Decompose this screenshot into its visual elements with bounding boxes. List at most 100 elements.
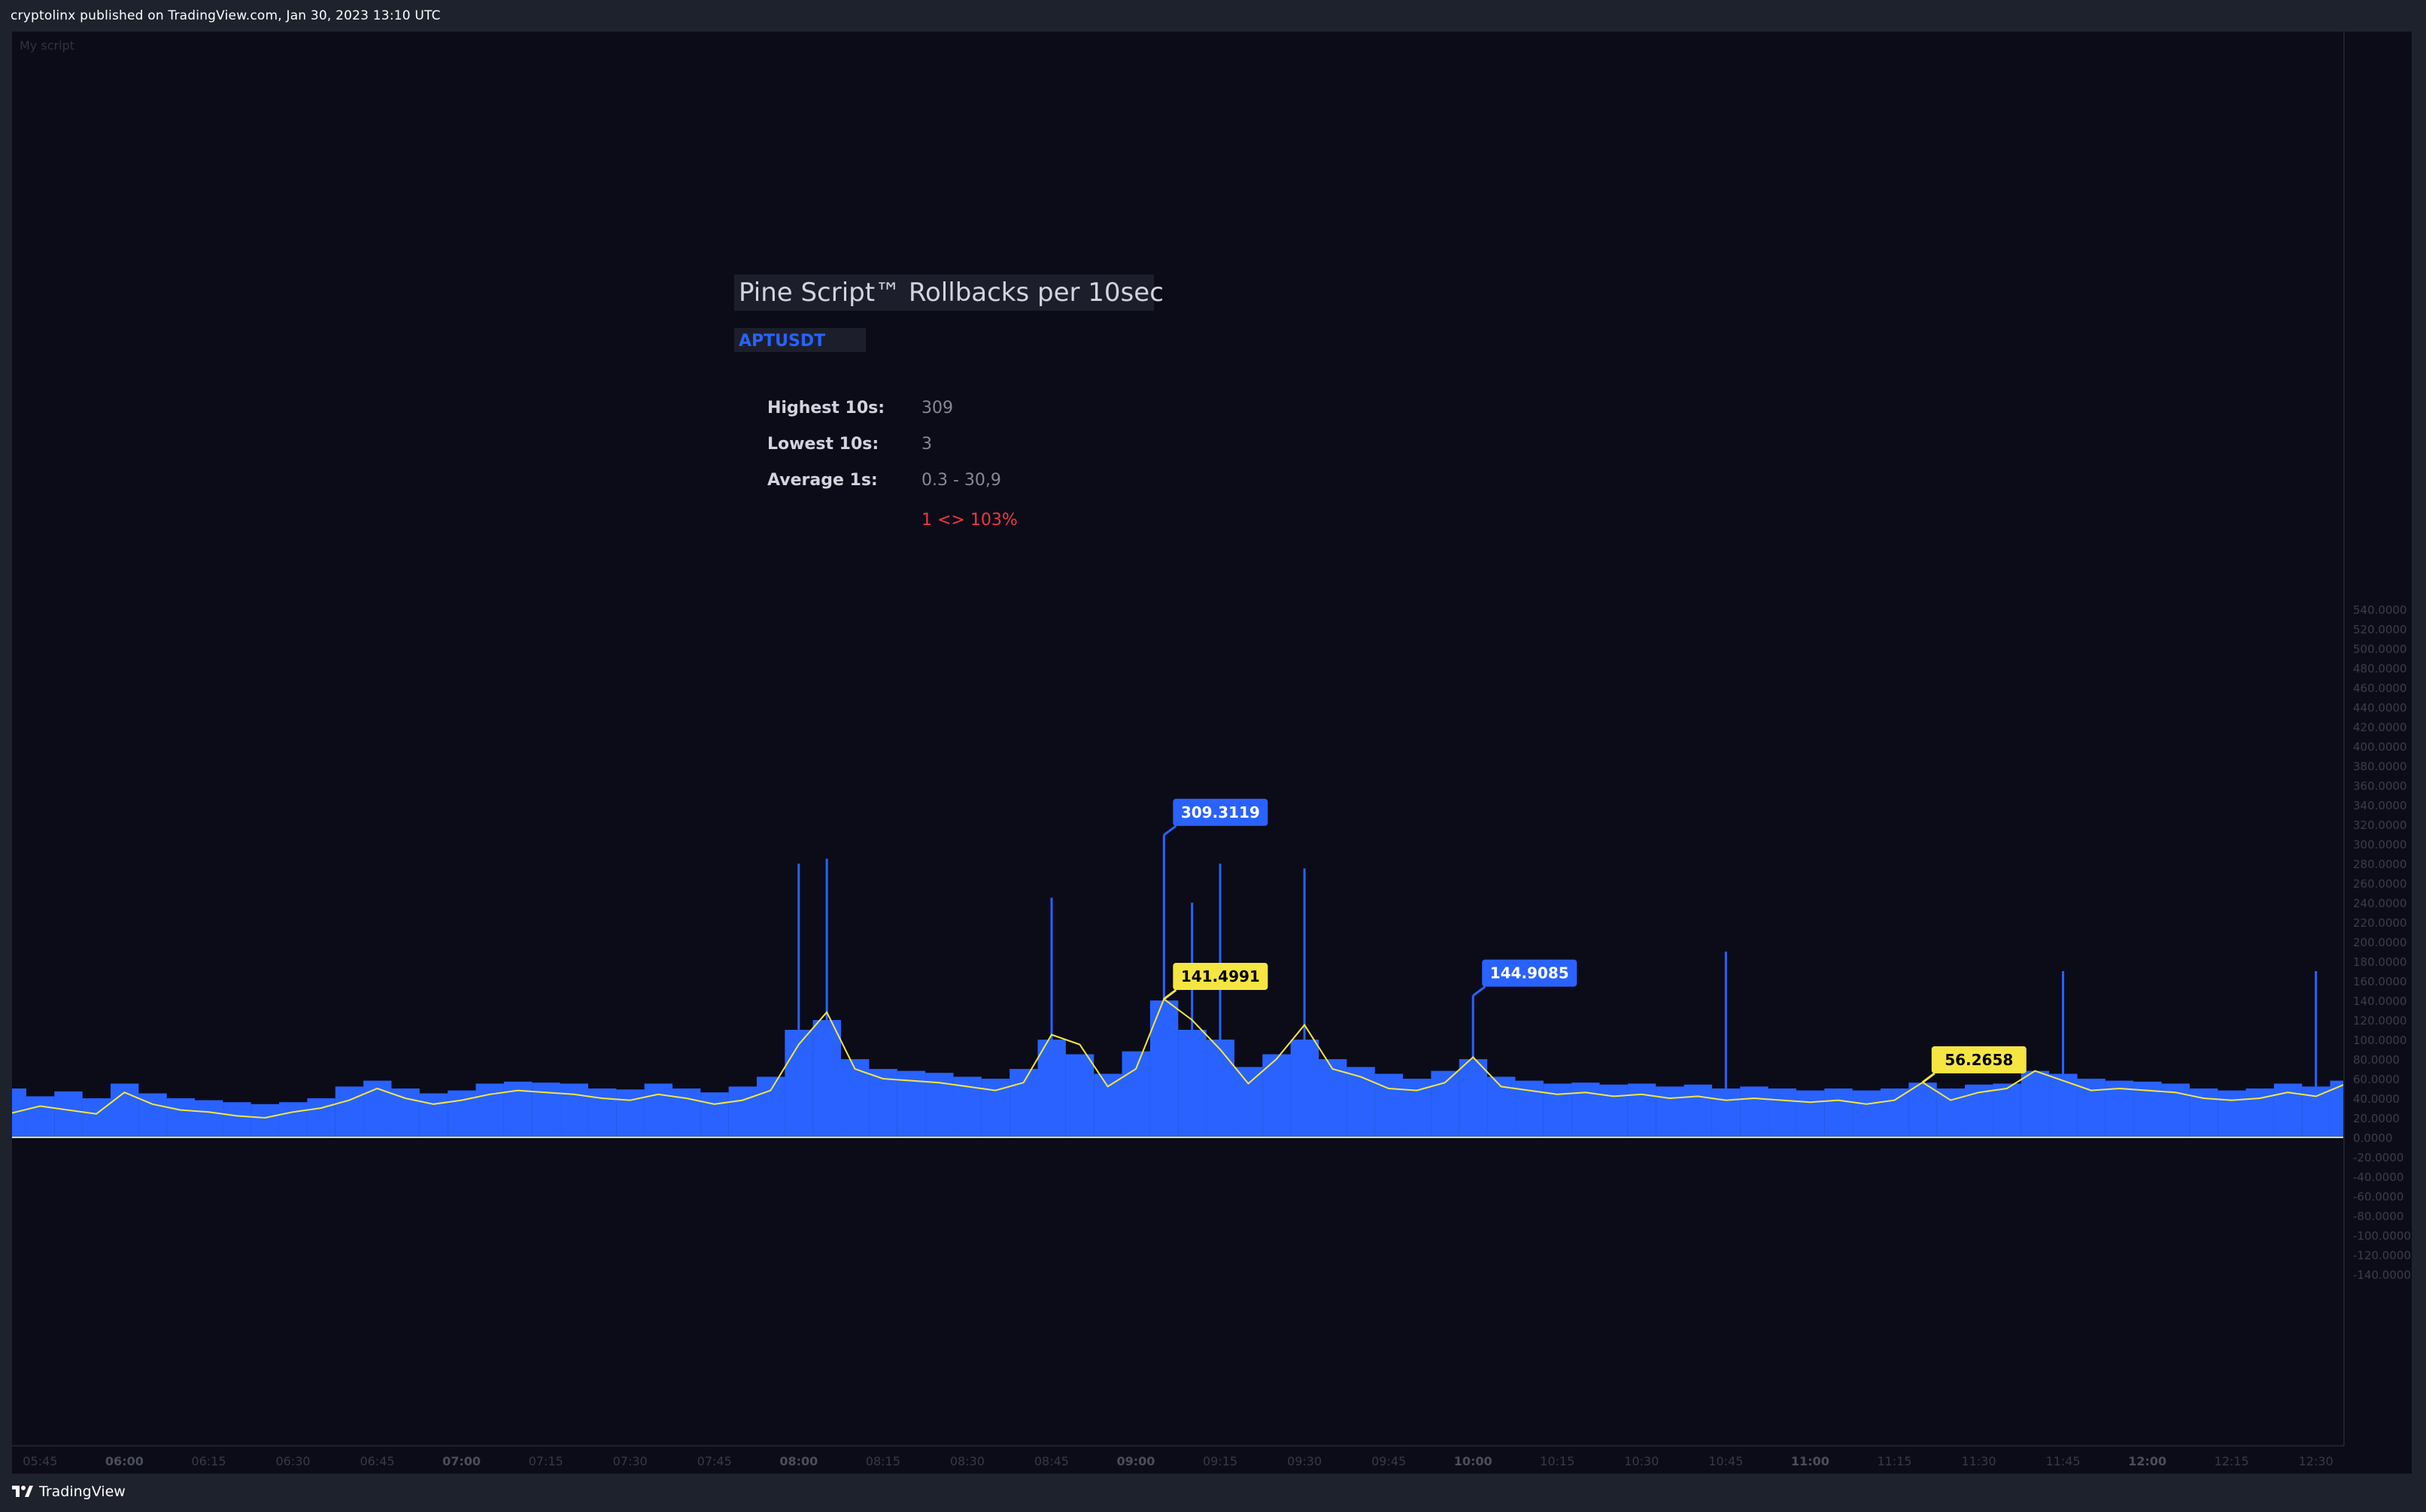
y-tick-label: 360.0000 bbox=[2353, 779, 2407, 793]
chart-svg[interactable]: 309.3119 141.4991 144.9085 56.2658 540.0000… bbox=[12, 32, 2412, 1474]
footer-brand: TradingView bbox=[39, 1483, 126, 1500]
x-tick-label: 06:00 bbox=[105, 1454, 144, 1468]
histogram-bar bbox=[1993, 1083, 2021, 1137]
histogram-bar bbox=[644, 1083, 673, 1137]
x-tick-label: 08:00 bbox=[779, 1454, 818, 1468]
row-label-highest: Highest 10s: bbox=[767, 399, 885, 417]
histogram-bar bbox=[1824, 1088, 1853, 1137]
histogram-bar bbox=[307, 1098, 336, 1137]
publish-text: cryptolinx published on TradingView.com,… bbox=[11, 8, 441, 23]
y-tick-label: 0.0000 bbox=[2353, 1131, 2393, 1145]
histogram-bar bbox=[82, 1098, 111, 1137]
tradingview-logo[interactable]: TradingView bbox=[12, 1483, 126, 1500]
tradingview-icon bbox=[12, 1486, 33, 1497]
label-text: 309.3119 bbox=[1181, 803, 1260, 821]
x-tick-label: 09:45 bbox=[1371, 1454, 1406, 1468]
x-axis: 05:45 06:00 06:15 06:30 06:45 07:00 07:15 07:30… bbox=[12, 1445, 2344, 1468]
histogram-bar bbox=[279, 1102, 308, 1137]
y-tick-label: -100.0000 bbox=[2353, 1229, 2411, 1243]
histogram-bar bbox=[1543, 1083, 1572, 1137]
x-tick-label: 07:30 bbox=[613, 1454, 648, 1468]
x-tick-label: 09:30 bbox=[1287, 1454, 1322, 1468]
row-value-average: 0.3 - 30,9 bbox=[922, 471, 1001, 490]
y-tick-label: 400.0000 bbox=[2353, 740, 2407, 754]
histogram-bar bbox=[1431, 1070, 1459, 1137]
y-tick-label: 100.0000 bbox=[2353, 1034, 2407, 1047]
y-tick-label: 420.0000 bbox=[2353, 721, 2407, 734]
histogram-bar bbox=[26, 1096, 55, 1137]
indicator-name[interactable]: My script bbox=[20, 38, 74, 53]
histogram-bar bbox=[1852, 1090, 1881, 1137]
x-tick-label: 06:45 bbox=[360, 1454, 394, 1468]
x-tick-label: 06:15 bbox=[191, 1454, 226, 1468]
y-tick-label: 260.0000 bbox=[2353, 877, 2407, 891]
histogram-bar bbox=[419, 1093, 448, 1137]
row-label-average: Average 1s: bbox=[767, 471, 878, 490]
histogram-bar bbox=[1627, 1083, 1656, 1137]
y-tick-label: 40.0000 bbox=[2353, 1092, 2400, 1106]
histogram-bar bbox=[1768, 1088, 1796, 1137]
histogram-bar bbox=[391, 1088, 420, 1137]
x-tick-label: 10:30 bbox=[1624, 1454, 1659, 1468]
y-tick-label: 280.0000 bbox=[2353, 858, 2407, 871]
x-tick-label: 11:00 bbox=[1791, 1454, 1829, 1468]
y-tick-label: 460.0000 bbox=[2353, 682, 2407, 695]
x-tick-label: 10:15 bbox=[1540, 1454, 1574, 1468]
footer-bar: TradingView bbox=[0, 1474, 2426, 1512]
publish-header: cryptolinx published on TradingView.com,… bbox=[0, 0, 2426, 32]
x-tick-label: 09:00 bbox=[1117, 1454, 1155, 1468]
x-tick-label: 09:15 bbox=[1203, 1454, 1237, 1468]
y-tick-label: 300.0000 bbox=[2353, 838, 2407, 852]
x-tick-label: 12:30 bbox=[2299, 1454, 2333, 1468]
x-tick-label: 12:15 bbox=[2215, 1454, 2249, 1468]
y-tick-label: 480.0000 bbox=[2353, 662, 2407, 676]
y-tick-label: -140.0000 bbox=[2353, 1268, 2411, 1282]
row-value-lowest: 3 bbox=[922, 435, 932, 454]
histogram-bar bbox=[532, 1082, 560, 1137]
y-tick-label: 540.0000 bbox=[2353, 603, 2407, 617]
y-tick-label: 380.0000 bbox=[2353, 760, 2407, 773]
histogram-bar bbox=[1122, 1051, 1150, 1137]
y-axis: 540.0000 520.0000 500.0000 480.0000 460.0000… bbox=[2343, 32, 2412, 1474]
histogram-bar bbox=[250, 1104, 280, 1137]
label-text: 141.4991 bbox=[1181, 967, 1260, 985]
chart-pane[interactable]: 309.3119 141.4991 144.9085 56.2658 540.0000… bbox=[12, 32, 2412, 1474]
histogram-bar bbox=[1065, 1054, 1095, 1137]
histogram-bar bbox=[335, 1086, 364, 1137]
x-tick-label: 07:45 bbox=[697, 1454, 732, 1468]
y-tick-label: 240.0000 bbox=[2353, 897, 2407, 910]
row-label-lowest: Lowest 10s: bbox=[767, 435, 879, 454]
x-tick-label: 07:15 bbox=[529, 1454, 563, 1468]
label-pointer bbox=[1163, 824, 1177, 836]
histogram-bar bbox=[2273, 1083, 2303, 1137]
histogram-bar bbox=[1571, 1082, 1600, 1137]
histogram-bar bbox=[1374, 1073, 1404, 1137]
label-pointer bbox=[1163, 988, 1177, 1000]
y-tick-label: 340.0000 bbox=[2353, 799, 2407, 812]
ratio-text: 1 <> 103% bbox=[922, 511, 1018, 530]
label-pointer bbox=[1921, 1072, 1936, 1084]
histogram-bar bbox=[756, 1076, 785, 1137]
histogram-bar bbox=[560, 1083, 588, 1137]
histogram-bar bbox=[1796, 1090, 1825, 1137]
panel-symbol: APTUSDT bbox=[739, 332, 825, 351]
y-tick-label: 80.0000 bbox=[2353, 1053, 2400, 1067]
histogram-bar bbox=[1936, 1088, 1966, 1137]
histogram-bar bbox=[1010, 1069, 1038, 1137]
y-tick-label: 20.0000 bbox=[2353, 1112, 2400, 1125]
histogram-bar bbox=[475, 1083, 504, 1137]
histogram-bar bbox=[1094, 1073, 1122, 1137]
histogram-bar bbox=[1684, 1084, 1712, 1137]
y-tick-label: -20.0000 bbox=[2353, 1151, 2403, 1164]
y-tick-label: -40.0000 bbox=[2353, 1170, 2403, 1184]
y-tick-label: 520.0000 bbox=[2353, 623, 2407, 636]
y-tick-label: 120.0000 bbox=[2353, 1014, 2407, 1028]
y-tick-label: 320.0000 bbox=[2353, 818, 2407, 832]
histogram-bar bbox=[2021, 1070, 2050, 1137]
x-tick-label: 11:30 bbox=[1961, 1454, 1996, 1468]
histogram-bar bbox=[728, 1086, 758, 1137]
x-tick-label: 08:15 bbox=[866, 1454, 900, 1468]
value-label: 309.3119 bbox=[1163, 798, 1268, 836]
histogram-bar bbox=[1740, 1086, 1769, 1137]
y-tick-label: 180.0000 bbox=[2353, 955, 2407, 969]
